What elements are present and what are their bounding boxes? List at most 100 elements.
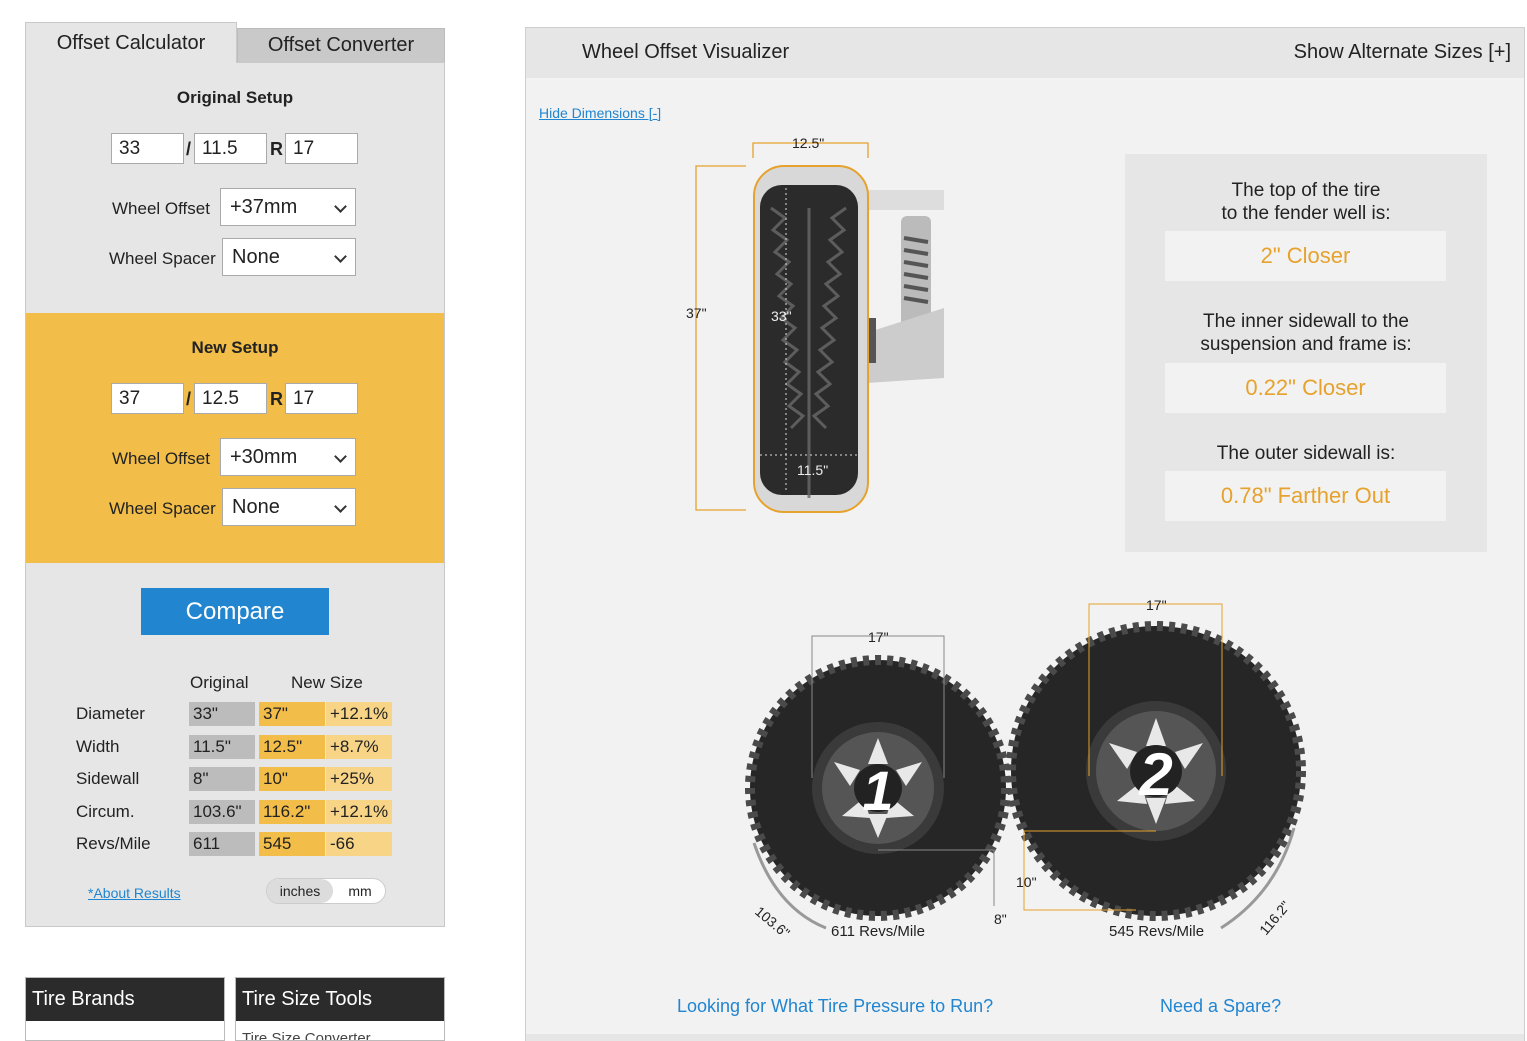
cell-new: 37" — [259, 702, 325, 726]
new-offset-select[interactable]: +30mm — [220, 438, 356, 476]
tire-1-sidewall-dim: 8" — [994, 911, 1007, 927]
size-slash: / — [186, 389, 192, 409]
chevron-down-icon — [334, 250, 347, 263]
visualizer-footer-bar — [526, 1034, 1524, 1041]
new-height-input[interactable]: 37 — [111, 383, 184, 414]
chevron-down-icon — [334, 200, 347, 213]
new-height-dim: 37" — [686, 305, 707, 321]
tab-offset-converter[interactable]: Offset Converter — [237, 28, 445, 63]
wheel-offset-visualizer: Wheel Offset Visualizer Show Alternate S… — [525, 27, 1525, 1041]
new-setup-title: New Setup — [191, 338, 279, 357]
tire-1-rim-dim: 17" — [868, 629, 889, 645]
top-fender-label-2: to the fender well is: — [1221, 203, 1391, 224]
tire-size-tools-box: Tire Size Tools Tire Size Converter — [235, 977, 445, 1041]
tire-comparison-diagram: 1 17" 8" 103.6" 2 17" 10" 116.2" — [745, 597, 1306, 941]
calculator-body: Original Setup 33 / 11.5 R 17 Wheel Offs… — [25, 62, 445, 927]
tire-2-badge: 2 — [1138, 741, 1172, 808]
original-height-input[interactable]: 33 — [111, 133, 184, 164]
cell-original: 103.6" — [189, 800, 255, 824]
tire-brands-box: Tire Brands — [25, 977, 225, 1041]
rim-r-label: R — [270, 389, 283, 409]
tire-size-tools-header: Tire Size Tools — [236, 978, 444, 1021]
original-setup-title: Original Setup — [176, 88, 294, 107]
tire-2-circum-dim: 116.2" — [1256, 898, 1293, 938]
cell-new: 545 — [259, 832, 325, 856]
cell-original: 11.5" — [189, 735, 255, 759]
top-fender-value: 2" Closer — [1165, 231, 1446, 281]
original-offset-label: Wheel Offset — [112, 199, 210, 218]
new-spacer-value: None — [232, 496, 280, 518]
hide-dimensions-link[interactable]: Hide Dimensions [-] — [539, 105, 661, 121]
inner-sidewall-value: 0.22" Closer — [1165, 363, 1446, 413]
new-width-dim: 12.5" — [792, 135, 824, 151]
original-width-dim: 11.5" — [797, 462, 828, 478]
tire-1-circum-dim: 103.6" — [752, 903, 793, 941]
tire-2-rim-dim: 17" — [1146, 597, 1167, 613]
unit-toggle[interactable]: inches mm — [266, 878, 386, 904]
row-label: Diameter — [76, 704, 145, 723]
cell-new: 116.2" — [259, 800, 325, 824]
cell-new: 12.5" — [259, 735, 325, 759]
original-size-row: 33 / 11.5 R 17 — [111, 133, 411, 165]
cell-change: +12.1% — [326, 702, 392, 726]
cell-change: +25% — [326, 767, 392, 791]
outer-sidewall-value: 0.78" Farther Out — [1165, 471, 1446, 521]
tire-pressure-link[interactable]: Looking for What Tire Pressure to Run? — [677, 996, 993, 1017]
offset-calculator: Offset Calculator Offset Converter Origi… — [25, 22, 445, 927]
offset-results-panel: The top of the tire to the fender well i… — [1125, 154, 1487, 552]
new-size-row: 37 / 12.5 R 17 — [111, 383, 411, 415]
rim-r-label: R — [270, 139, 283, 159]
results-col-original: Original — [190, 673, 249, 692]
row-label: Revs/Mile — [76, 834, 151, 853]
original-offset-value: +37mm — [230, 196, 298, 218]
brand-logo-icon[interactable] — [32, 1030, 152, 1041]
new-spacer-label: Wheel Spacer — [109, 499, 216, 518]
cell-original: 8" — [189, 767, 255, 791]
new-width-input[interactable]: 12.5 — [194, 383, 267, 414]
tire-2-sidewall-dim: 10" — [1016, 874, 1037, 890]
row-label: Width — [76, 737, 120, 756]
unit-mm-option[interactable]: mm — [333, 879, 385, 903]
original-rim-input[interactable]: 17 — [285, 133, 358, 164]
side-view-diagram: 12.5" 37" 33" 11.5" — [686, 135, 944, 513]
tire-1-revs: 611 Revs/Mile — [831, 923, 925, 940]
tire-brands-header: Tire Brands — [26, 978, 224, 1021]
cell-original: 611 — [189, 832, 255, 856]
original-spacer-select[interactable]: None — [222, 238, 356, 276]
original-height-dim: 33" — [771, 308, 792, 324]
new-spacer-select[interactable]: None — [222, 488, 356, 526]
chevron-down-icon — [334, 450, 347, 463]
original-spacer-label: Wheel Spacer — [109, 249, 216, 268]
size-slash: / — [186, 139, 192, 159]
original-setup: Original Setup 33 / 11.5 R 17 Wheel Offs… — [26, 63, 444, 313]
original-offset-select[interactable]: +37mm — [220, 188, 356, 226]
row-label: Sidewall — [76, 769, 140, 788]
tire-brands-body — [26, 1021, 224, 1041]
compare-button[interactable]: Compare — [141, 588, 329, 635]
results-col-new: New Size — [291, 673, 363, 692]
need-spare-link[interactable]: Need a Spare? — [1160, 996, 1281, 1017]
visualizer-title: Wheel Offset Visualizer — [582, 41, 790, 63]
chevron-down-icon — [334, 500, 347, 513]
tire-size-converter-link[interactable]: Tire Size Converter — [236, 1021, 444, 1040]
new-rim-input[interactable]: 17 — [285, 383, 358, 414]
original-width-input[interactable]: 11.5 — [194, 133, 267, 164]
about-results-link[interactable]: *About Results — [88, 885, 181, 901]
tab-offset-calculator[interactable]: Offset Calculator — [25, 22, 237, 63]
original-spacer-value: None — [232, 246, 280, 268]
show-alternate-sizes-toggle[interactable]: Show Alternate Sizes [+] — [1294, 41, 1511, 64]
tire-1-badge: 1 — [862, 759, 893, 822]
cell-change: +8.7% — [326, 735, 392, 759]
cell-original: 33" — [189, 702, 255, 726]
unit-inches-option[interactable]: inches — [267, 879, 333, 903]
inner-sidewall-label-2: suspension and frame is: — [1200, 334, 1412, 355]
tire-2-revs: 545 Revs/Mile — [1109, 923, 1205, 940]
calculator-tabs: Offset Calculator Offset Converter — [25, 22, 445, 63]
visualizer-header: Wheel Offset Visualizer Show Alternate S… — [526, 28, 1524, 78]
inner-sidewall-label-1: The inner sidewall to the — [1203, 311, 1409, 332]
top-fender-label-1: The top of the tire — [1231, 180, 1381, 201]
new-offset-value: +30mm — [230, 446, 298, 468]
outer-sidewall-label: The outer sidewall is: — [1216, 443, 1396, 464]
cell-change: -66 — [326, 832, 392, 856]
new-offset-label: Wheel Offset — [112, 449, 210, 468]
